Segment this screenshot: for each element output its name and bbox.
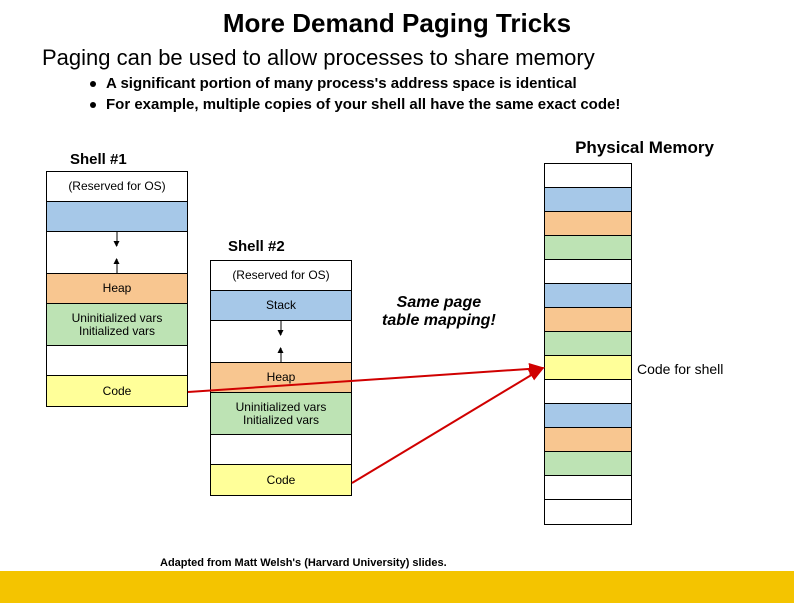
memory-cell [545,332,631,356]
memory-cell: Code [47,376,187,406]
same-mapping-label: Same pagetable mapping! [382,294,496,331]
memory-cell [47,232,187,274]
memory-cell [545,452,631,476]
slide-subtitle: Paging can be used to allow processes to… [42,45,794,71]
memory-cell: Uninitialized varsInitialized vars [47,304,187,346]
memory-cell [47,346,187,376]
memory-cell: (Reserved for OS) [211,261,351,291]
bullet-list: A significant portion of many process's … [90,75,794,113]
memory-cell [545,476,631,500]
bullet-text: For example, multiple copies of your she… [106,96,620,113]
memory-cell [545,164,631,188]
physical-memory [544,163,632,525]
memory-cell [545,500,631,524]
memory-cell: Stack [211,291,351,321]
slide-title: More Demand Paging Tricks [0,8,794,39]
memory-cell [545,356,631,380]
memory-cell: (Reserved for OS) [47,172,187,202]
bullet-item: A significant portion of many process's … [90,75,794,92]
memory-cell [47,202,187,232]
memory-cell [545,236,631,260]
memory-cell [545,284,631,308]
memory-cell [545,308,631,332]
bullet-icon [90,81,96,87]
code-for-shell-label: Code for shell [637,361,723,377]
memory-cell: Code [211,465,351,495]
bullet-icon [90,102,96,108]
memory-cell [545,260,631,284]
shell2-label: Shell #2 [228,238,285,255]
memory-cell: Heap [211,363,351,393]
bullet-item: For example, multiple copies of your she… [90,96,794,113]
bullet-text: A significant portion of many process's … [106,75,577,92]
memory-cell: Uninitialized varsInitialized vars [211,393,351,435]
shell1-memory: (Reserved for OS) HeapUninitialized varsI… [46,171,188,407]
memory-cell [545,404,631,428]
memory-cell [545,212,631,236]
memory-cell [211,435,351,465]
footer-text: Adapted from Matt Welsh's (Harvard Unive… [160,557,447,569]
footer-bar [0,571,794,603]
shell2-memory: (Reserved for OS)Stack HeapUninitialized … [210,260,352,496]
memory-cell [545,188,631,212]
memory-cell [545,380,631,404]
physical-memory-label: Physical Memory [575,138,714,158]
shell1-label: Shell #1 [70,151,127,168]
memory-cell: Heap [47,274,187,304]
memory-cell [545,428,631,452]
memory-cell [211,321,351,363]
